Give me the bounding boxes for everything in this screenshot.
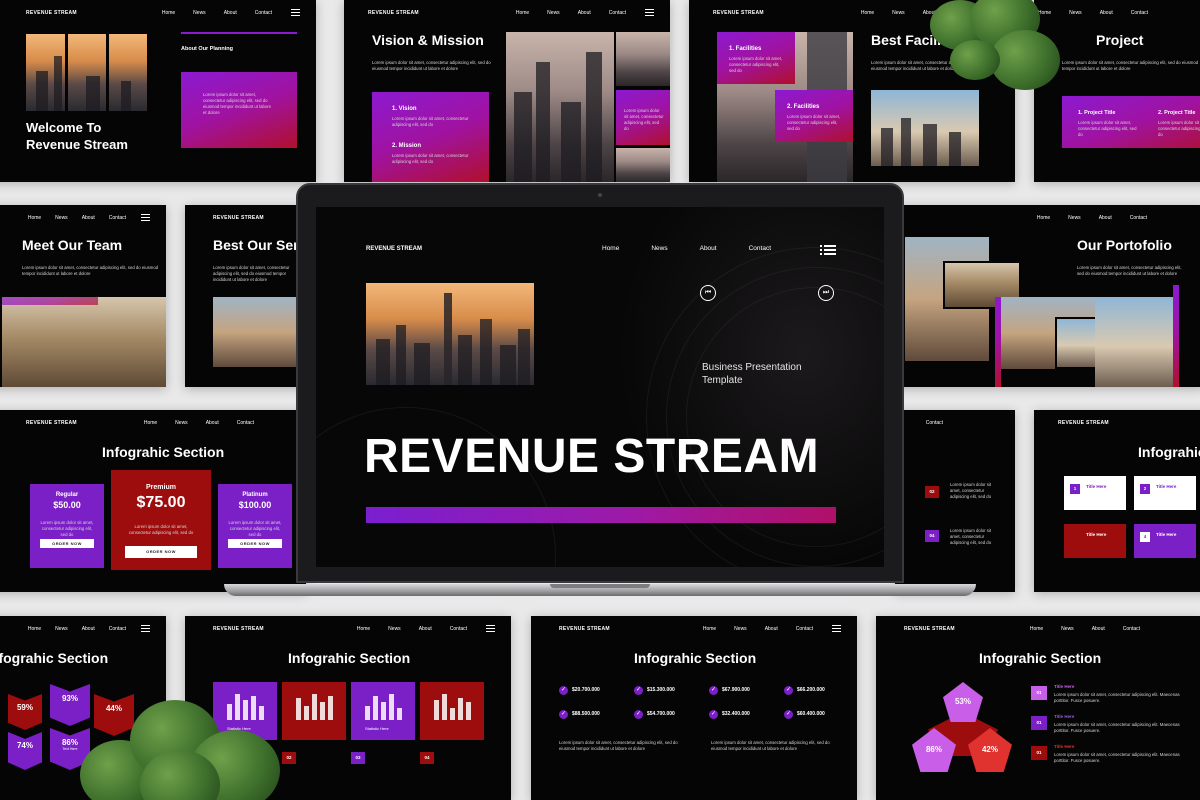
check-circle-icon: ✓	[634, 686, 643, 695]
nav-news[interactable]: News	[193, 10, 206, 16]
welcome-subtitle: About Our Planning	[181, 46, 233, 52]
check-circle-icon: ✓	[784, 710, 793, 719]
main-menu-icon[interactable]	[820, 245, 836, 255]
main-nav-news[interactable]: News	[651, 245, 667, 252]
order-now-button[interactable]: ORDER NOW	[228, 539, 282, 548]
main-subtitle: Business Presentation Template	[702, 362, 802, 386]
main-brand: REVENUE STREAM	[366, 246, 423, 252]
building-photo-small	[616, 32, 670, 86]
vision-card: 1. Vision Lorem ipsum dolor sit amet, co…	[372, 92, 489, 182]
check-circle-icon: ✓	[559, 710, 568, 719]
order-now-button[interactable]: ORDER NOW	[125, 546, 197, 558]
facility-card-2: 2. Facilities Lorem ipsum dolor sit amet…	[775, 90, 853, 142]
nav-about[interactable]: About	[224, 10, 237, 16]
stat-value: $54.700.000	[647, 711, 675, 717]
main-nav-home[interactable]: Home	[602, 245, 619, 252]
check-circle-icon: ✓	[709, 710, 718, 719]
slide-stats[interactable]: REVENUE STREAM Home News About Contact Info…	[531, 616, 857, 800]
stat-value: $20.700.000	[572, 687, 600, 693]
slide-portfolio[interactable]: Home News About Contact Our Portofolio Lore…	[895, 205, 1200, 387]
stat-value: $66.200.000	[797, 687, 825, 693]
stat-value: $60.400.000	[797, 711, 825, 717]
office-photo	[213, 297, 305, 367]
menu-icon[interactable]	[486, 625, 495, 632]
plan-premium: Premium $75.00 Lorem ipsum dolor sit ame…	[111, 470, 211, 570]
check-circle-icon: ✓	[709, 686, 718, 695]
project-title: Project	[1096, 32, 1144, 48]
slide-services[interactable]: REVENUE STREAM Best Our Services Lorem i…	[185, 205, 305, 387]
skyline-photo	[871, 90, 979, 166]
stat-card	[282, 682, 346, 740]
slide-pentagon[interactable]: REVENUE STREAM Home News About Contact Info…	[876, 616, 1200, 800]
pricing-title: Infograhic Section	[102, 444, 225, 460]
stat-value: $88.500.000	[572, 711, 600, 717]
portfolio-title: Our Portofolio	[1077, 237, 1172, 253]
stats-title: Infograhic Section	[634, 650, 757, 666]
chevrons-title: Infograhic Section	[0, 650, 109, 666]
main-title: REVENUE STREAM	[364, 430, 820, 483]
services-title: Best Our Services	[213, 237, 305, 253]
main-city-photo	[366, 283, 534, 385]
bars-title: Infograhic Section	[288, 650, 411, 666]
nav-home[interactable]: Home	[162, 10, 175, 16]
pentagon-title: Infograhic Section	[979, 650, 1102, 666]
titles-title: Infograhic Section	[1138, 444, 1200, 460]
menu-icon[interactable]	[645, 9, 654, 16]
slide-welcome[interactable]: REVENUE STREAM Home News About Contact Welc…	[0, 0, 316, 182]
check-circle-icon: ✓	[634, 710, 643, 719]
stat-value: $15.300.000	[647, 687, 675, 693]
laptop-screen: REVENUE STREAM Home News About Contact ⏮…	[316, 207, 884, 567]
plan-regular: Regular $50.00 Lorem ipsum dolor sit ame…	[30, 484, 104, 568]
laptop-mockup: REVENUE STREAM Home News About Contact ⏮…	[296, 183, 904, 583]
stat-card: Statistic Here	[351, 682, 415, 740]
welcome-card: Lorem ipsum dolor sit amet, consectetur …	[181, 72, 297, 148]
plan-platinum: Platinum $100.00 Lorem ipsum dolor sit a…	[218, 484, 292, 568]
meeting-room-photo	[2, 297, 166, 387]
facility-card-1: 1. Facilities Lorem ipsum dolor sit amet…	[717, 32, 795, 84]
slide-team[interactable]: Home News About Contact Meet Our Team Lorem…	[0, 205, 166, 387]
vision-title: Vision & Mission	[372, 32, 484, 48]
main-nav-contact[interactable]: Contact	[749, 245, 771, 252]
main-accent-bar	[366, 507, 836, 523]
project-card: 1. Project Title Lorem ipsum dolor sit a…	[1062, 96, 1200, 148]
check-circle-icon: ✓	[559, 686, 568, 695]
plant-top-right	[930, 0, 1070, 100]
slide-brand: REVENUE STREAM	[26, 10, 77, 16]
main-nav-about[interactable]: About	[700, 245, 717, 252]
plant-bottom-left	[80, 700, 280, 800]
welcome-title: Welcome To Revenue Stream	[26, 120, 128, 152]
city-photo	[26, 34, 147, 111]
menu-icon[interactable]	[141, 625, 150, 632]
stat-value: $67.900.000	[722, 687, 750, 693]
check-circle-icon: ✓	[784, 686, 793, 695]
menu-icon[interactable]	[832, 625, 841, 632]
slide-titles[interactable]: REVENUE STREAM Infograhic Section 1 Titl…	[1034, 410, 1200, 592]
slide-numbered[interactable]: Contact 02 Lorem ipsum dolor sit amet, c…	[895, 410, 1015, 592]
building-photo	[506, 32, 614, 182]
nav-contact[interactable]: Contact	[255, 10, 272, 16]
slide-vision[interactable]: REVENUE STREAM Home News About Contact Visi…	[344, 0, 670, 182]
stat-value: $32.400.000	[722, 711, 750, 717]
team-title: Meet Our Team	[22, 237, 123, 253]
menu-icon[interactable]	[141, 214, 150, 221]
previous-icon[interactable]: ⏮	[700, 285, 716, 301]
main-nav: Home News About Contact	[602, 245, 771, 252]
next-icon[interactable]: ⏭	[818, 285, 834, 301]
order-now-button[interactable]: ORDER NOW	[40, 539, 94, 548]
stat-card	[420, 682, 484, 740]
slide-pricing[interactable]: REVENUE STREAM Home News About Contact Info…	[0, 410, 306, 592]
menu-icon[interactable]	[291, 9, 300, 16]
